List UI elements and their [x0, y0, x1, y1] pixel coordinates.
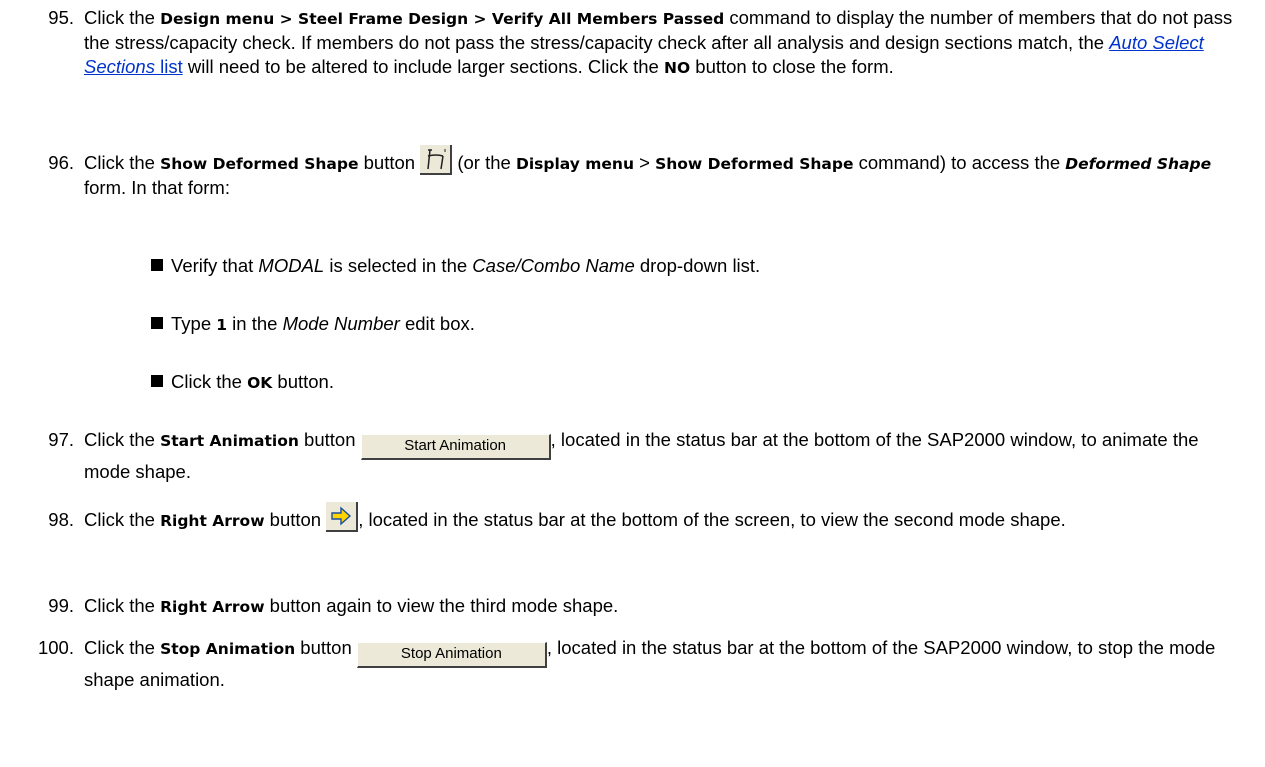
bullet-ok: Click the OK button.: [151, 370, 1201, 395]
text: Click the: [84, 595, 161, 616]
control-name: Right Arrow: [160, 512, 265, 530]
text: button again to view the third mode shap…: [264, 595, 619, 616]
text: button: [358, 152, 421, 173]
text: drop-down list.: [634, 255, 761, 276]
link-plain[interactable]: list: [155, 56, 183, 77]
text: edit box.: [399, 313, 475, 334]
command-name: Show Deformed Shape: [655, 155, 854, 173]
step-number: 96.: [48, 152, 74, 173]
bullet-mode-number: Type 1 in the Mode Number edit box.: [151, 312, 1201, 337]
text: will need to be altered to include large…: [182, 56, 664, 77]
square-bullet-icon: [151, 259, 163, 271]
step-text: Click the Right Arrow button , located i…: [84, 502, 1244, 533]
control-name: Right Arrow: [160, 598, 265, 616]
text: button to close the form.: [690, 56, 894, 77]
text: Click the: [84, 152, 161, 173]
menu-name: Display menu: [515, 155, 634, 173]
text: Click the: [84, 7, 161, 28]
step-number: 100.: [37, 637, 74, 658]
text: button: [295, 637, 357, 658]
menu-path: Design menu > Steel Frame Design > Verif…: [160, 10, 725, 28]
square-bullet-icon: [151, 317, 163, 329]
ok-button-name: OK: [247, 374, 273, 392]
text: Verify that: [171, 255, 259, 276]
step-text: Click the Show Deformed Shape button (or…: [84, 145, 1244, 200]
text: button: [298, 429, 361, 450]
text: Type: [171, 313, 217, 334]
text: in the: [227, 313, 283, 334]
text: Click the: [84, 429, 161, 450]
step-text: Click the Design menu > Steel Frame Desi…: [84, 6, 1244, 80]
step-text: Click the Start Animation button Start A…: [84, 428, 1244, 484]
text: command) to access the: [853, 152, 1066, 173]
text: , located in the status bar at the botto…: [358, 509, 1066, 530]
right-arrow-icon[interactable]: [326, 502, 359, 532]
text: is selected in the: [324, 255, 473, 276]
text: >: [633, 152, 656, 173]
text: (or the: [452, 152, 516, 173]
control-name: Show Deformed Shape: [160, 155, 359, 173]
text: form. In that form:: [84, 177, 230, 198]
form-name: Deformed Shape: [1065, 155, 1212, 173]
text: Click the: [171, 371, 248, 392]
field-name: Case/Combo Name: [472, 255, 635, 276]
control-name: Stop Animation: [160, 640, 296, 658]
text: Click the: [84, 509, 161, 530]
step-number: 97.: [48, 429, 74, 450]
step-number: 98.: [48, 509, 74, 530]
control-name: Start Animation: [160, 432, 299, 450]
no-button-name: NO: [663, 59, 691, 77]
step-number: 99.: [48, 595, 74, 616]
start-animation-button[interactable]: Start Animation: [360, 434, 551, 460]
square-bullet-icon: [151, 375, 163, 387]
bullet-modal: Verify that MODAL is selected in the Cas…: [151, 254, 1201, 278]
step-text: Click the Stop Animation button Stop Ani…: [84, 636, 1244, 692]
text: button: [264, 509, 327, 530]
text: Click the: [84, 637, 161, 658]
case-value: MODAL: [258, 255, 325, 276]
step-number: 95.: [48, 7, 74, 28]
field-name: Mode Number: [282, 313, 400, 334]
typed-value: 1: [216, 316, 228, 334]
stop-animation-button[interactable]: Stop Animation: [356, 642, 547, 668]
text: button.: [272, 371, 334, 392]
step-text: Click the Right Arrow button again to vi…: [84, 594, 1244, 619]
deformed-shape-icon[interactable]: [420, 145, 453, 175]
